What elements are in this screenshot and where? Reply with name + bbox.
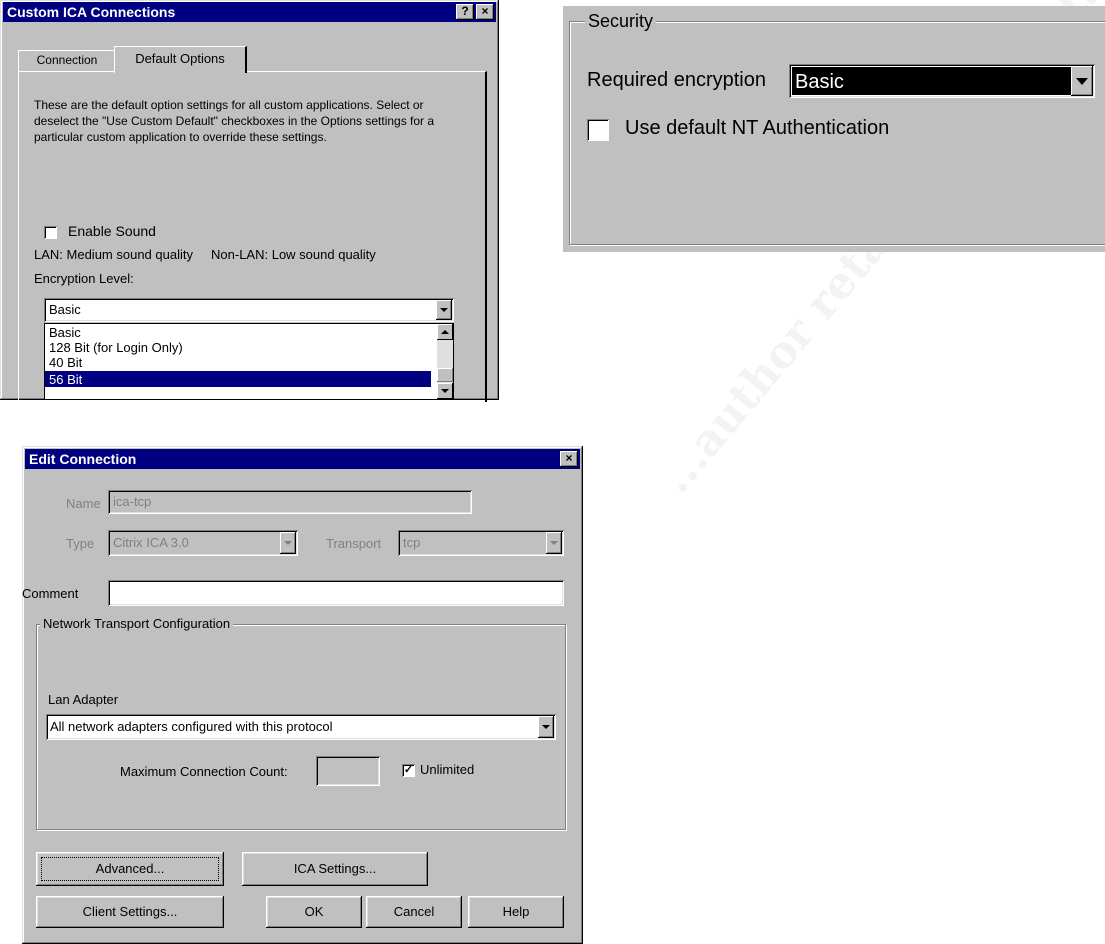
custom-ica-connections-window: Custom ICA Connections ? × Connection De…	[0, 0, 499, 402]
client-settings-button[interactable]: Client Settings...	[36, 896, 224, 928]
security-group-title: Security	[585, 11, 657, 32]
required-encryption-selected: Basic	[792, 67, 1071, 95]
scroll-thumb[interactable]	[437, 368, 453, 382]
chevron-down-icon[interactable]	[436, 300, 452, 320]
name-value: ica-tcp	[113, 494, 152, 509]
scroll-down-button[interactable]	[437, 383, 453, 399]
unlimited-label: Unlimited	[420, 762, 475, 777]
help-button-label: Help	[502, 904, 530, 919]
tab-connection-label: Connection	[36, 53, 98, 67]
tab-default-options[interactable]: Default Options	[114, 46, 247, 73]
title-bar: Custom ICA Connections ? ×	[3, 2, 496, 22]
ica-settings-button[interactable]: ICA Settings...	[242, 852, 428, 886]
window-title: Edit Connection	[29, 451, 137, 467]
enable-sound-checkbox[interactable]	[44, 226, 57, 239]
enable-sound-label: Enable Sound	[68, 223, 156, 239]
ok-button-label: OK	[304, 904, 324, 919]
max-connection-field[interactable]	[316, 756, 380, 786]
type-select: Citrix ICA 3.0	[108, 530, 298, 556]
security-group-label: Security	[588, 11, 654, 31]
required-encryption-select[interactable]: Basic	[789, 64, 1095, 98]
list-item[interactable]: 40 Bit	[49, 356, 82, 370]
list-item[interactable]: Basic	[49, 326, 81, 340]
network-transport-group-title: Network Transport Configuration	[40, 616, 234, 631]
list-scrollbar[interactable]	[437, 324, 453, 399]
encryption-level-label: Encryption Level:	[34, 271, 134, 286]
advanced-button-label: Advanced...	[95, 861, 165, 876]
name-label: Name	[66, 496, 101, 511]
chevron-down-icon	[441, 389, 449, 393]
list-item-selected-label: 56 Bit	[49, 372, 83, 387]
list-item-selected[interactable]: 56 Bit	[45, 371, 431, 387]
close-icon[interactable]: ×	[560, 451, 578, 467]
help-button[interactable]: Help	[468, 896, 564, 928]
client-settings-button-label: Client Settings...	[82, 904, 178, 919]
chevron-up-icon	[441, 330, 449, 334]
nt-authentication-checkbox[interactable]	[587, 119, 609, 141]
description-text: These are the default option settings fo…	[34, 98, 435, 144]
tab-connection[interactable]: Connection	[18, 50, 116, 71]
encryption-dropdown-list[interactable]: Basic 128 Bit (for Login Only) 40 Bit 56…	[44, 323, 454, 400]
transport-label: Transport	[326, 536, 382, 551]
cancel-button-label: Cancel	[393, 904, 435, 919]
list-item[interactable]: 128 Bit (for Login Only)	[49, 341, 183, 355]
chevron-down-icon	[546, 532, 562, 554]
required-encryption-value: Basic	[795, 71, 844, 93]
chevron-down-icon	[280, 532, 296, 554]
chevron-down-icon[interactable]	[1071, 66, 1093, 96]
lan-adapter-select[interactable]: All network adapters configured with thi…	[46, 714, 556, 740]
cancel-button[interactable]: Cancel	[366, 896, 462, 928]
scroll-up-button[interactable]	[437, 324, 453, 340]
transport-value: tcp	[403, 535, 421, 550]
security-panel: Security Required encryption Basic Use d…	[563, 6, 1105, 252]
required-encryption-label: Required encryption	[587, 69, 766, 91]
type-value: Citrix ICA 3.0	[113, 535, 189, 550]
nt-authentication-label: Use default NT Authentication	[625, 117, 890, 139]
name-field: ica-tcp	[108, 490, 472, 514]
tab-default-options-label: Default Options	[135, 51, 225, 66]
window-title: Custom ICA Connections	[7, 4, 176, 20]
edit-connection-window: Edit Connection × Name ica-tcp Type Citr…	[22, 446, 583, 944]
ica-settings-button-label: ICA Settings...	[293, 861, 377, 876]
lan-adapter-value: All network adapters configured with thi…	[50, 719, 333, 734]
encryption-level-select[interactable]: Basic	[44, 298, 454, 322]
lan-adapter-label: Lan Adapter	[48, 692, 119, 707]
chevron-down-icon[interactable]	[538, 716, 554, 738]
max-connection-label: Maximum Connection Count:	[120, 764, 288, 779]
transport-select: tcp	[398, 530, 564, 556]
unlimited-checkbox[interactable]: ✓	[402, 764, 415, 777]
ok-button[interactable]: OK	[266, 896, 362, 928]
help-icon[interactable]: ?	[456, 4, 474, 20]
type-label: Type	[66, 536, 95, 551]
encryption-level-value: Basic	[49, 302, 81, 317]
title-bar: Edit Connection ×	[25, 449, 580, 469]
comment-label: Comment	[22, 586, 79, 601]
sound-quality-text: LAN: Medium sound quality Non-LAN: Low s…	[34, 247, 376, 262]
close-icon[interactable]: ×	[476, 4, 494, 20]
comment-field[interactable]	[108, 580, 564, 606]
network-transport-label: Network Transport Configuration	[43, 616, 231, 631]
advanced-button[interactable]: Advanced...	[36, 852, 224, 886]
